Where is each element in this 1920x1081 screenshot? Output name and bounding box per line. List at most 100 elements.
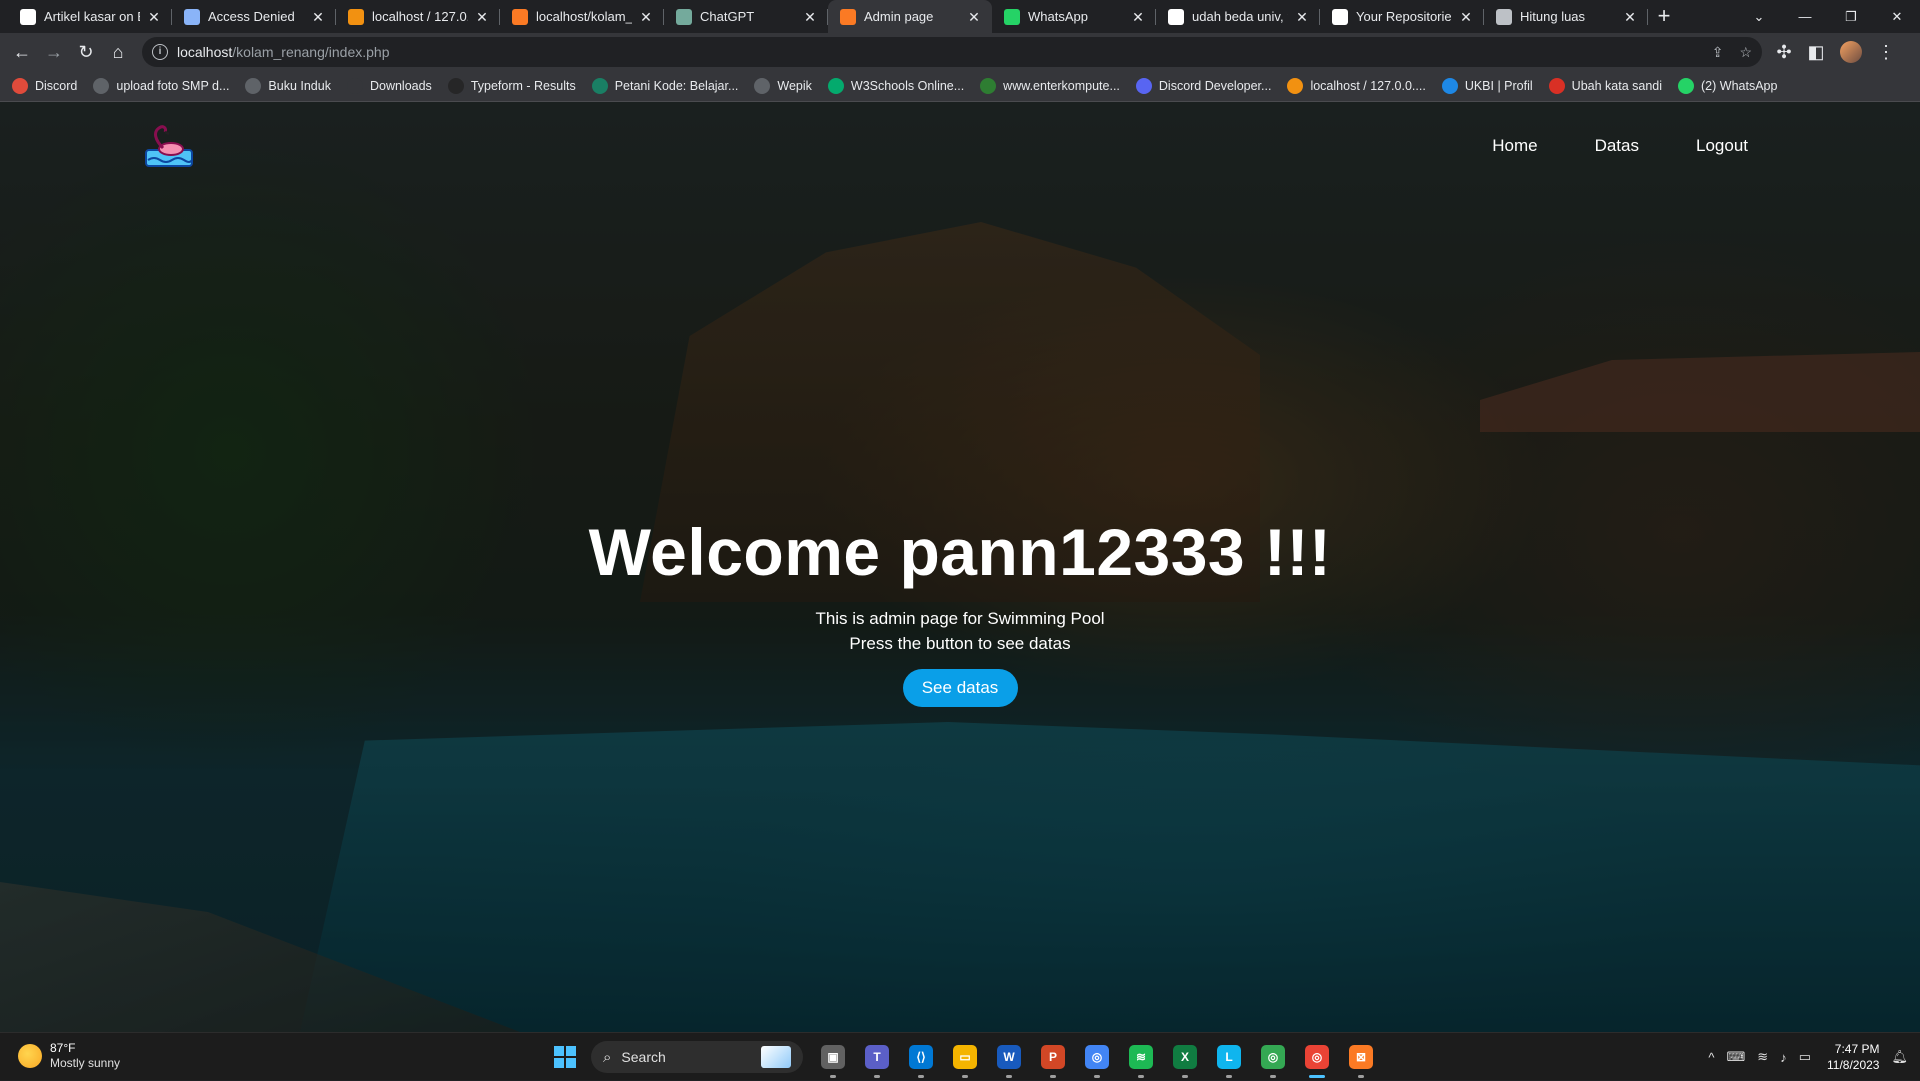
browser-tab[interactable]: Admin page ✕ xyxy=(828,0,992,33)
close-tab-icon[interactable]: ✕ xyxy=(1458,9,1474,25)
browser-tab[interactable]: localhost / 127.0.0 ✕ xyxy=(336,0,500,33)
chrome-profile-icon[interactable]: ◎ xyxy=(1255,1039,1291,1078)
close-window-button[interactable]: ✕ xyxy=(1874,9,1920,25)
file-explorer-icon[interactable]: ▭ xyxy=(947,1039,983,1078)
github-icon xyxy=(1332,8,1348,25)
spotify-icon[interactable]: ≋ xyxy=(1123,1039,1159,1078)
taskbar-center: ⌕ Search ▣ T ⟨⟩ ▭ W P ◎ ≋ X L ◎ ◎ ⊠ xyxy=(547,1039,1383,1078)
close-tab-icon[interactable]: ✕ xyxy=(966,9,982,25)
close-tab-icon[interactable]: ✕ xyxy=(146,9,162,25)
close-tab-icon[interactable]: ✕ xyxy=(802,9,818,25)
word-icon[interactable]: W xyxy=(991,1039,1027,1078)
browser-tab[interactable]: Your Repositories ✕ xyxy=(1320,0,1484,33)
browser-tab[interactable]: Artikel kasar on Es ✕ xyxy=(8,0,172,33)
running-indicator xyxy=(1309,1075,1325,1078)
bookmark-item[interactable]: Petani Kode: Belajar... xyxy=(591,78,738,94)
app-glyph: P xyxy=(1041,1045,1065,1069)
chrome-active-icon[interactable]: ◎ xyxy=(1299,1039,1335,1078)
bookmark-star-icon[interactable]: ☆ xyxy=(1739,44,1752,61)
start-windows-icon[interactable] xyxy=(547,1039,583,1075)
task-view-icon[interactable]: ▣ xyxy=(815,1039,851,1078)
close-tab-icon[interactable]: ✕ xyxy=(310,9,326,25)
nav-datas-link[interactable]: Datas xyxy=(1595,136,1639,156)
menu-icon[interactable]: ⋮ xyxy=(1870,36,1902,68)
profile-avatar[interactable] xyxy=(1840,41,1862,63)
extensions-icon[interactable]: ✣ xyxy=(1768,36,1800,68)
wifi-icon[interactable]: ≋ xyxy=(1757,1049,1768,1065)
close-tab-icon[interactable]: ✕ xyxy=(1294,9,1310,25)
battery-icon[interactable]: ▭ xyxy=(1799,1049,1811,1065)
bookmark-item[interactable]: Discord xyxy=(12,78,77,94)
powerpoint-icon[interactable]: P xyxy=(1035,1039,1071,1078)
site-info-icon[interactable]: i xyxy=(152,44,168,60)
speaker-icon[interactable]: ♪ xyxy=(1780,1050,1787,1065)
bookmark-item[interactable]: (2) WhatsApp xyxy=(1678,78,1777,94)
xampp-icon[interactable]: ⊠ xyxy=(1343,1039,1379,1078)
see-datas-button[interactable]: See datas xyxy=(902,669,1018,707)
bookmark-item[interactable]: upload foto SMP d... xyxy=(93,78,229,94)
forward-button[interactable]: → xyxy=(38,36,70,68)
hero-instruction: Press the button to see datas xyxy=(849,634,1071,653)
bookmark-item[interactable]: localhost / 127.0.0.... xyxy=(1287,78,1426,94)
bookmark-label: Typeform - Results xyxy=(470,79,576,93)
back-button[interactable]: ← xyxy=(6,36,38,68)
browser-tab[interactable]: Hitung luas ✕ xyxy=(1484,0,1648,33)
clock[interactable]: 7:47 PM 11/8/2023 xyxy=(1827,1041,1880,1073)
bookmark-item[interactable]: Downloads xyxy=(346,78,432,94)
close-tab-icon[interactable]: ✕ xyxy=(638,9,654,25)
app-glyph: L xyxy=(1217,1045,1241,1069)
home-button[interactable]: ⌂ xyxy=(102,36,134,68)
bookmark-item[interactable]: W3Schools Online... xyxy=(827,78,964,94)
welcome-heading: Welcome pann12333 !!! xyxy=(588,515,1332,589)
minimize-button[interactable]: — xyxy=(1782,9,1828,24)
toolbar-right: ✣ ◧ ⋮ xyxy=(1768,36,1902,68)
browser-tab[interactable]: udah beda univ, p ✕ xyxy=(1156,0,1320,33)
bookmark-item[interactable]: UKBI | Profil xyxy=(1441,78,1533,94)
bookmark-item[interactable]: www.enterkompute... xyxy=(980,78,1120,94)
tab-separator xyxy=(1647,9,1648,25)
ldplayer-icon[interactable]: L xyxy=(1211,1039,1247,1078)
close-tab-icon[interactable]: ✕ xyxy=(1622,9,1638,25)
excel-icon[interactable]: X xyxy=(1167,1039,1203,1078)
taskbar-search[interactable]: ⌕ Search xyxy=(591,1041,803,1073)
bookmark-item[interactable]: Discord Developer... xyxy=(1135,78,1271,94)
chrome-icon[interactable]: ◎ xyxy=(1079,1039,1115,1078)
new-tab-button[interactable]: + xyxy=(1648,0,1680,33)
app-glyph: ⟨⟩ xyxy=(909,1045,933,1069)
keyboard-icon[interactable]: ⌨ xyxy=(1727,1049,1746,1065)
close-tab-icon[interactable]: ✕ xyxy=(1130,9,1146,25)
nav-home-link[interactable]: Home xyxy=(1492,136,1537,156)
flamingo-logo-icon[interactable] xyxy=(143,122,195,172)
hero-section: Welcome pann12333 !!! This is admin page… xyxy=(0,512,1920,707)
bookmarks-bar: Discord upload foto SMP d... Buku Induk Dow… xyxy=(0,71,1920,102)
tab-title: localhost/kolam_r xyxy=(536,9,632,24)
side-panel-icon[interactable]: ◧ xyxy=(1800,36,1832,68)
bookmark-item[interactable]: Wepik xyxy=(754,78,812,94)
bookmark-label: localhost / 127.0.0.... xyxy=(1310,79,1426,93)
bookmark-item[interactable]: Ubah kata sandi xyxy=(1548,78,1662,94)
tab-search-icon[interactable]: ⌄ xyxy=(1736,9,1782,25)
app-glyph: ≋ xyxy=(1129,1045,1153,1069)
browser-tab[interactable]: localhost/kolam_r ✕ xyxy=(500,0,664,33)
bookmark-item[interactable]: Buku Induk xyxy=(245,78,331,94)
browser-tab[interactable]: Access Denied ✕ xyxy=(172,0,336,33)
download-icon xyxy=(346,78,363,94)
taskbar-search-label: Search xyxy=(621,1049,666,1065)
weather-widget[interactable]: 87°F Mostly sunny xyxy=(18,1041,120,1071)
browser-tab[interactable]: ChatGPT ✕ xyxy=(664,0,828,33)
bookmark-item[interactable]: Typeform - Results xyxy=(447,78,576,94)
share-icon[interactable]: ⇪ xyxy=(1712,44,1724,61)
address-bar[interactable]: i localhost/kolam_renang/index.php ⇪ ☆ xyxy=(142,37,1762,67)
reload-button[interactable]: ↻ xyxy=(70,36,102,68)
restore-button[interactable]: ❐ xyxy=(1828,9,1874,25)
teams-icon[interactable]: T xyxy=(859,1039,895,1078)
weather-temp: 87°F xyxy=(50,1041,76,1055)
browser-tab[interactable]: WhatsApp ✕ xyxy=(992,0,1156,33)
tab-list: Artikel kasar on Es✕Access Denied✕localh… xyxy=(0,0,1648,33)
notification-bell-icon[interactable]: 🔔︎ xyxy=(1891,1049,1908,1065)
weather-condition: Mostly sunny xyxy=(50,1056,121,1070)
vscode-icon[interactable]: ⟨⟩ xyxy=(903,1039,939,1078)
close-tab-icon[interactable]: ✕ xyxy=(474,9,490,25)
chevron-up-icon[interactable]: ^ xyxy=(1708,1050,1714,1065)
nav-logout-link[interactable]: Logout xyxy=(1696,136,1748,156)
